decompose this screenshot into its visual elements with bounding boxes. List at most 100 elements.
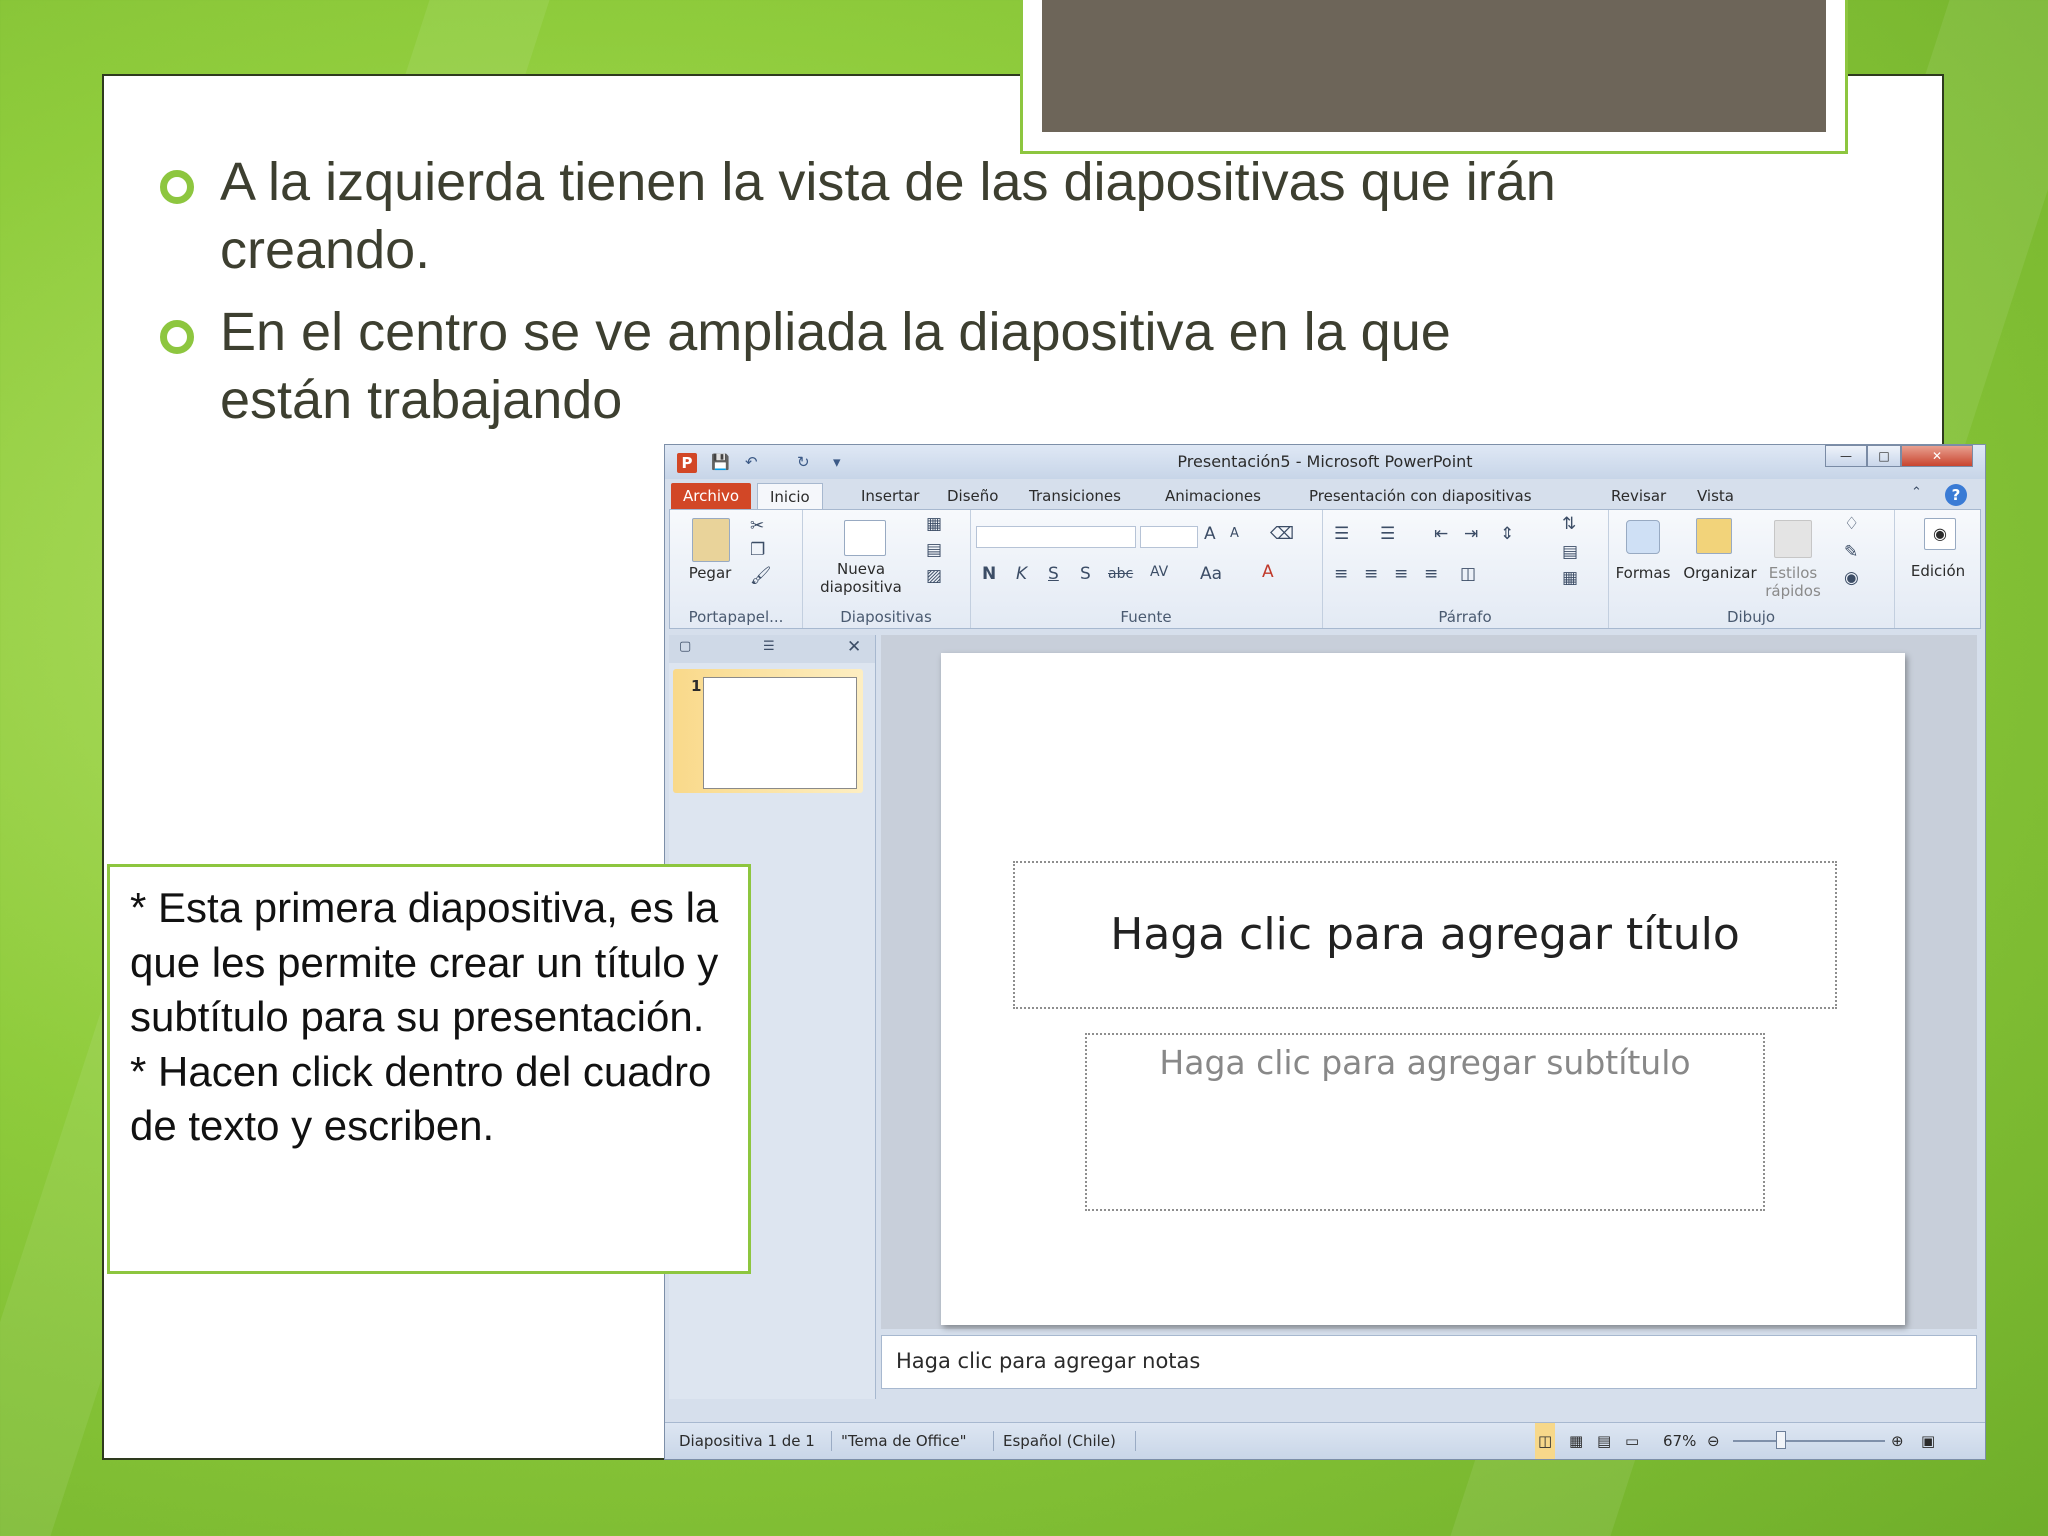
instruction-callout: * Esta primera diapositiva, es la que le…	[107, 864, 751, 1274]
tab-archivo[interactable]: Archivo	[671, 483, 752, 509]
tab-vista[interactable]: Vista	[1685, 483, 1746, 509]
arrange-label[interactable]: Organizar	[1680, 564, 1760, 582]
cut-icon[interactable]: ✂	[750, 516, 764, 536]
outline-tab-icon[interactable]: ☰	[763, 639, 775, 654]
status-bar: Diapositiva 1 de 1 "Tema de Office" Espa…	[665, 1422, 1985, 1459]
tab-revisar[interactable]: Revisar	[1599, 483, 1678, 509]
reset-icon[interactable]: ▤	[926, 540, 942, 560]
group-label-slides: Diapositivas	[840, 608, 932, 626]
subtitle-placeholder[interactable]: Haga clic para agregar subtítulo	[1085, 1033, 1765, 1211]
new-slide-label[interactable]: Nueva diapositiva	[806, 560, 916, 596]
font-color-button[interactable]: A	[1262, 562, 1274, 582]
tab-presentacion[interactable]: Presentación con diapositivas	[1297, 483, 1544, 509]
zoom-out-icon[interactable]: ⊖	[1707, 1423, 1720, 1459]
shape-effects-icon[interactable]: ◉	[1844, 568, 1859, 588]
smartart-icon[interactable]: ▦	[1562, 568, 1578, 588]
shapes-label[interactable]: Formas	[1612, 564, 1674, 582]
italic-button[interactable]: K	[1016, 564, 1027, 584]
align-text-icon[interactable]: ▤	[1562, 542, 1578, 562]
group-clipboard: Pegar ✂ ❐ 🖌 Portapapel...	[670, 510, 803, 628]
line-spacing-icon[interactable]: ⇕	[1500, 524, 1514, 544]
arrange-icon[interactable]	[1696, 518, 1732, 554]
shadow-button[interactable]: S	[1080, 564, 1091, 584]
font-name-combo[interactable]	[976, 526, 1136, 548]
slideshow-view-icon[interactable]: ▭	[1625, 1423, 1639, 1459]
fit-to-window-icon[interactable]: ▣	[1921, 1423, 1935, 1459]
help-icon[interactable]: ?	[1945, 484, 1967, 506]
grow-font-icon[interactable]: A	[1204, 524, 1216, 544]
clear-format-icon[interactable]: ⌫	[1270, 524, 1294, 544]
quick-styles-label-line1: Estilos	[1768, 564, 1818, 582]
tab-insertar[interactable]: Insertar	[849, 483, 931, 509]
minimize-ribbon-icon[interactable]: ⌃	[1911, 485, 1922, 500]
new-slide-label-line1: Nueva	[836, 560, 886, 578]
zoom-slider[interactable]	[1733, 1440, 1885, 1442]
group-drawing: Formas Organizar Estilos rápidos ♢ ✎ ◉ D…	[1608, 510, 1895, 628]
title-placeholder[interactable]: Haga clic para agregar título	[1013, 861, 1837, 1009]
justify-icon[interactable]: ≡	[1424, 564, 1438, 584]
normal-view-icon[interactable]: ◫	[1535, 1423, 1556, 1459]
shape-fill-icon[interactable]: ♢	[1844, 514, 1859, 534]
bullet-text: A la izquierda tienen la vista de las di…	[220, 152, 1556, 280]
bold-button[interactable]: N	[982, 564, 996, 584]
change-case-button[interactable]: Aa	[1200, 564, 1222, 584]
group-label-drawing: Dibujo	[1726, 608, 1776, 626]
sorter-view-icon[interactable]: ▦	[1569, 1423, 1583, 1459]
language[interactable]: Español (Chile)	[1003, 1423, 1116, 1459]
zoom-in-icon[interactable]: ⊕	[1891, 1423, 1904, 1459]
columns-icon[interactable]: ◫	[1460, 564, 1476, 584]
editing-label[interactable]: Edición	[1898, 562, 1978, 580]
tab-diseno[interactable]: Diseño	[935, 483, 1010, 509]
char-spacing-button[interactable]: AV	[1150, 564, 1168, 580]
paste-icon[interactable]	[692, 518, 730, 562]
zoom-level[interactable]: 67%	[1663, 1423, 1696, 1459]
zoom-slider-thumb[interactable]	[1776, 1431, 1787, 1449]
tab-animaciones[interactable]: Animaciones	[1153, 483, 1273, 509]
maximize-button[interactable]: □	[1867, 445, 1901, 467]
minimize-button[interactable]: —	[1825, 445, 1867, 467]
shrink-font-icon[interactable]: A	[1230, 526, 1239, 541]
align-right-icon[interactable]: ≡	[1394, 564, 1408, 584]
quick-styles-label[interactable]: Estilos rápidos	[1760, 564, 1826, 600]
quick-styles-label-line2: rápidos	[1765, 582, 1821, 600]
shapes-icon[interactable]	[1626, 520, 1660, 554]
shape-outline-icon[interactable]: ✎	[1844, 542, 1858, 562]
close-button[interactable]: ✕	[1901, 445, 1973, 467]
group-label-paragraph: Párrafo	[1438, 608, 1492, 626]
bullets-icon[interactable]: ☰	[1334, 524, 1349, 544]
window-title: Presentación5 - Microsoft PowerPoint	[1177, 452, 1473, 471]
tab-transiciones[interactable]: Transiciones	[1017, 483, 1133, 509]
binoculars-icon[interactable]: ◉	[1924, 518, 1956, 550]
align-center-icon[interactable]: ≡	[1364, 564, 1378, 584]
tab-inicio[interactable]: Inicio	[757, 483, 823, 510]
group-label-font: Fuente	[1120, 608, 1172, 626]
underline-button[interactable]: S	[1048, 564, 1059, 584]
layout-icon[interactable]: ▦	[926, 514, 942, 534]
slide-thumbnail[interactable]	[703, 677, 857, 789]
section-icon[interactable]: ▨	[926, 566, 942, 586]
theme-name[interactable]: "Tema de Office"	[841, 1423, 967, 1459]
group-paragraph: ☰ ☰ ⇤ ⇥ ⇕ ⇅ ≡ ≡ ≡ ≡ ◫ ▤ ▦ Párrafo	[1322, 510, 1609, 628]
text-direction-icon[interactable]: ⇅	[1562, 514, 1576, 534]
copy-icon[interactable]: ❐	[750, 540, 765, 560]
strikethrough-button[interactable]: abc	[1108, 566, 1133, 582]
bullet-icon	[160, 320, 194, 354]
format-painter-icon[interactable]: 🖌	[750, 566, 772, 586]
title-frame-fill	[1042, 0, 1826, 132]
numbering-icon[interactable]: ☰	[1380, 524, 1395, 544]
decrease-indent-icon[interactable]: ⇤	[1434, 524, 1448, 544]
callout-text-2: * Hacen click dentro del cuadro de texto…	[130, 1047, 712, 1150]
quick-styles-icon[interactable]	[1774, 520, 1812, 558]
reading-view-icon[interactable]: ▤	[1597, 1423, 1611, 1459]
new-slide-icon[interactable]	[844, 520, 886, 556]
paste-label[interactable]: Pegar	[680, 564, 740, 582]
notes-pane[interactable]: Haga clic para agregar notas	[881, 1335, 1977, 1389]
align-left-icon[interactable]: ≡	[1334, 564, 1348, 584]
font-size-combo[interactable]	[1140, 526, 1198, 548]
slide-canvas: Haga clic para agregar título Haga clic …	[941, 653, 1905, 1325]
ribbon-tabs: Archivo Inicio Insertar Diseño Transicio…	[665, 479, 1985, 510]
slides-tab-icon[interactable]: ▢	[679, 639, 691, 654]
slide-editing-area: Haga clic para agregar título Haga clic …	[881, 635, 1977, 1329]
increase-indent-icon[interactable]: ⇥	[1464, 524, 1478, 544]
close-pane-icon[interactable]: ✕	[847, 637, 861, 657]
